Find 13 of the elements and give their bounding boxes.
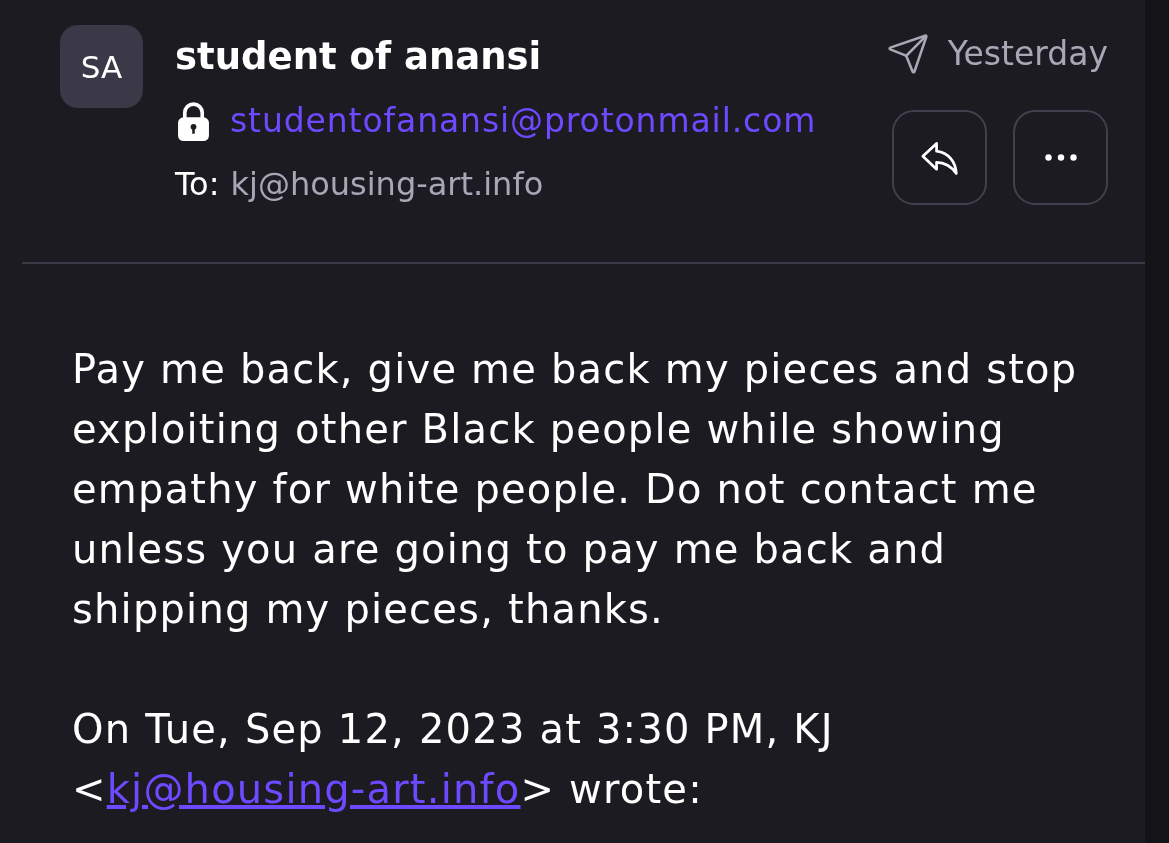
send-icon — [885, 31, 930, 76]
message-date: Yesterday — [947, 34, 1108, 73]
quote-header: On Tue, Sep 12, 2023 at 3:30 PM, KJ <kj@housing-art.info> wrote: — [72, 705, 835, 814]
avatar: SA — [60, 25, 143, 108]
to-label: To: — [175, 165, 220, 204]
more-icon — [1044, 154, 1077, 161]
reply-button[interactable] — [892, 110, 987, 205]
email-link[interactable]: kj@housing-art.info — [106, 766, 521, 812]
lock-icon — [175, 100, 212, 141]
message-text: Pay me back, give me back my pieces and stop exploiting other Black people while showing empathy for white people. Do not contact me unless you are going to pay me back and shipping my pieces, thanks. — [72, 345, 1079, 634]
sender-name: student of anansi — [175, 35, 542, 79]
sender-email[interactable]: studentofanansi@protonmail.com — [230, 101, 817, 140]
recipient-address: kj@housing-art.info — [230, 165, 544, 204]
